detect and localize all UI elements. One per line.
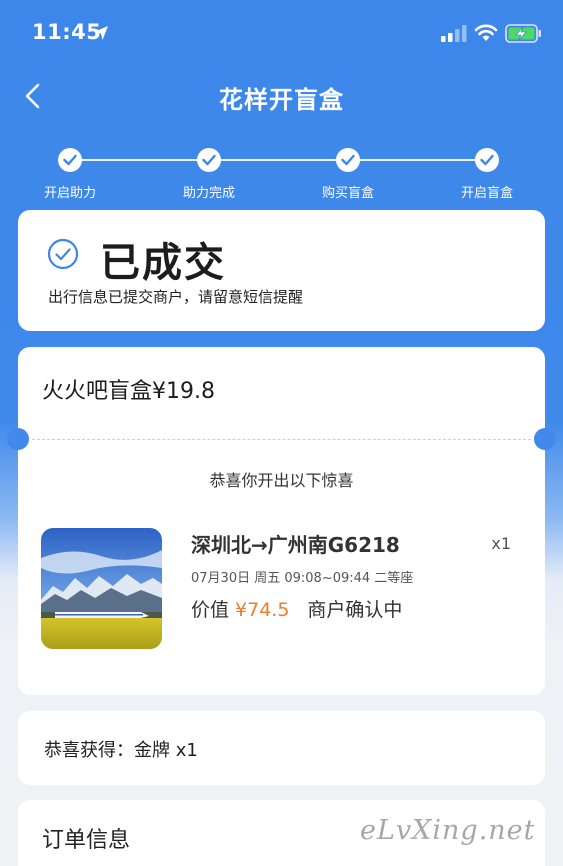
signal-icon [441,25,467,42]
checkmark-icon [336,148,360,172]
status-title: 已成交 [100,240,226,286]
step-label: 购买盲盒 [321,186,374,201]
merchant-status: 商户确认中 [307,599,403,621]
congrats-text: 恭喜你开出以下惊喜 [209,471,354,490]
battery-charging-icon [505,24,541,43]
step-label: 开启助力 [43,186,96,201]
page-title: 花样开盲盒 [219,86,344,114]
value-label: 价值 [191,599,230,621]
item-quantity: x1 [491,534,511,553]
success-check-circle-icon [47,238,79,270]
trip-details: 07月30日 周五 09:08~09:44 二等座 [191,571,414,586]
step-assist-done: 助力完成 [159,146,259,201]
prize-text: 恭喜获得：金牌 x1 [44,740,198,761]
watermark: eLvXing.net [360,815,536,846]
train-photo [41,528,162,649]
status-card: 已成交 出行信息已提交商户，请留意短信提醒 [18,210,545,331]
ticket-notch-left [7,428,29,450]
step-open-box: 开启盲盒 [437,146,537,201]
value-row: 价值 ¥74.5 商户确认中 [191,595,402,622]
step-label: 助力完成 [182,186,235,201]
dashed-divider [32,439,531,440]
ticket-notch-right [534,428,556,450]
stepper-line [70,159,488,161]
status-description: 出行信息已提交商户，请留意短信提醒 [48,288,304,306]
checkmark-icon [58,148,82,172]
step-open-assist: 开启助力 [20,146,120,201]
status-time: 11:45 [32,20,102,44]
step-buy-box: 购买盲盒 [298,146,398,201]
trip-route: 深圳北→广州南G6218 [191,533,400,557]
wifi-icon [474,24,498,41]
blind-box-title: 火火吧盲盒¥19.8 [42,379,215,404]
status-bar: 11:45 [0,0,563,66]
item-price: ¥74.5 [235,599,290,621]
order-info-title: 订单信息 [42,828,131,853]
progress-stepper: 开启助力 助力完成 购买盲盒 开启盲盒 [0,146,563,202]
step-label: 开启盲盒 [460,186,513,201]
prize-card: 恭喜获得：金牌 x1 [18,711,545,785]
checkmark-icon [475,148,499,172]
blind-box-card: 火火吧盲盒¥19.8 恭喜你开出以下惊喜 深圳北→广州南G6218 x1 07月… [7,347,556,695]
location-arrow-icon [94,26,108,40]
checkmark-icon [197,148,221,172]
